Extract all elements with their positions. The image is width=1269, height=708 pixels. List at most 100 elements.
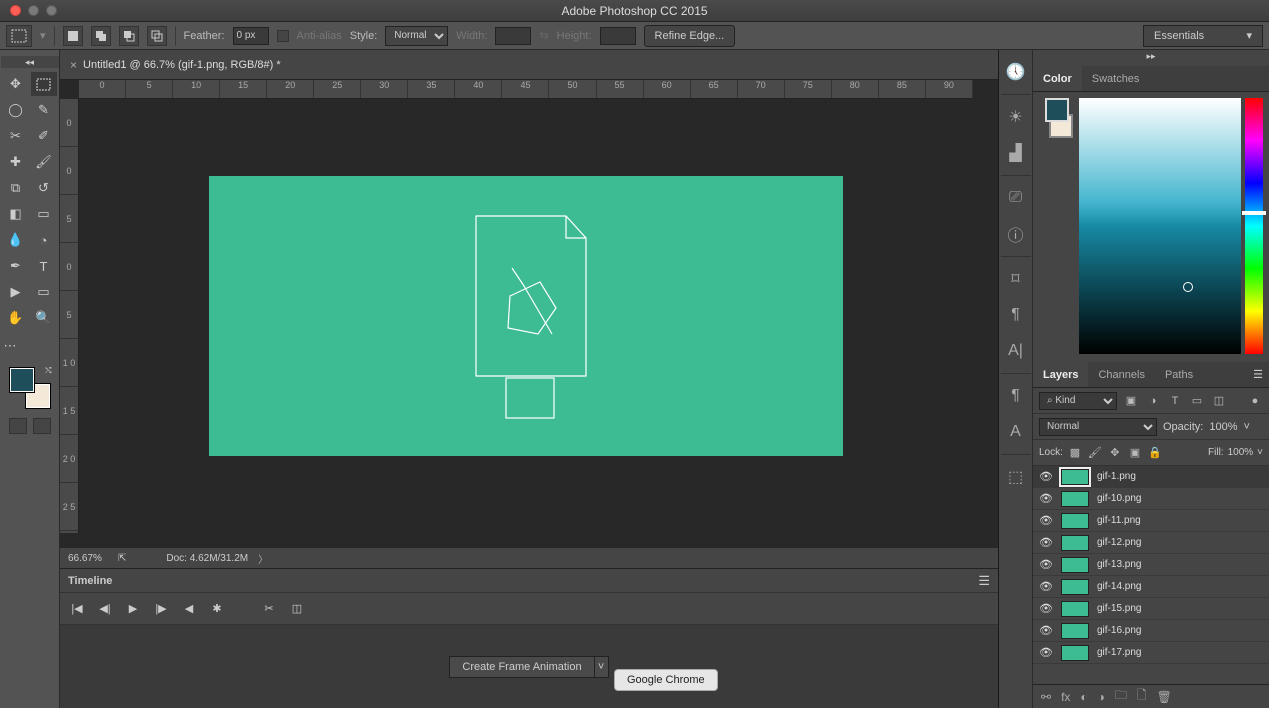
opacity-dd-icon[interactable]: ˅ xyxy=(1244,421,1250,433)
layer-row[interactable]: 👁gif-11.png xyxy=(1033,510,1269,532)
filter-shape-icon[interactable]: ▭ xyxy=(1189,393,1205,409)
create-frame-animation-button[interactable]: Create Frame Animation xyxy=(449,656,594,678)
link-layers-icon[interactable]: ⚯ xyxy=(1041,690,1051,704)
panel-fg-swatch[interactable] xyxy=(1045,98,1069,122)
visibility-icon[interactable]: 👁 xyxy=(1039,580,1053,593)
foreground-color-swatch[interactable] xyxy=(10,368,34,392)
layer-name[interactable]: gif-11.png xyxy=(1097,515,1141,526)
refine-edge-button[interactable]: Refine Edge... xyxy=(644,25,736,47)
move-tool[interactable]: ✥ xyxy=(3,72,29,96)
layer-thumbnail[interactable] xyxy=(1061,469,1089,485)
visibility-icon[interactable]: 👁 xyxy=(1039,624,1053,637)
lock-position-icon[interactable]: ✥ xyxy=(1107,445,1123,461)
layer-name[interactable]: gif-14.png xyxy=(1097,581,1141,592)
more-tools[interactable]: ⋯ xyxy=(4,334,56,358)
layer-row[interactable]: 👁 gif-16.png xyxy=(1033,620,1269,642)
history-brush-tool[interactable]: ↺ xyxy=(31,176,57,200)
panel-menu-icon[interactable]: ☰ xyxy=(978,573,990,589)
layer-thumbnail[interactable] xyxy=(1061,535,1089,551)
lock-artboard-icon[interactable]: ▣ xyxy=(1127,445,1143,461)
crop-tool[interactable]: ✂ xyxy=(3,124,29,148)
lock-pixels-icon[interactable]: 🖌 xyxy=(1087,445,1103,461)
document-tab[interactable]: × Untitled1 @ 66.7% (gif-1.png, RGB/8#) … xyxy=(60,50,291,79)
layers-tab[interactable]: Layers xyxy=(1033,362,1088,387)
filter-image-icon[interactable]: ▣ xyxy=(1123,393,1139,409)
visibility-icon[interactable]: 👁 xyxy=(1039,558,1053,571)
paths-tab[interactable]: Paths xyxy=(1155,362,1203,387)
layer-name[interactable]: gif-12.png xyxy=(1097,537,1141,548)
color-field[interactable] xyxy=(1079,98,1241,354)
layer-name[interactable]: gif-16.png xyxy=(1097,625,1141,636)
chartstyles-panel-icon[interactable]: A xyxy=(999,414,1033,450)
adjustment-layer-icon[interactable]: ◑ xyxy=(1098,690,1105,704)
selection-subtract-icon[interactable] xyxy=(119,26,139,46)
layer-thumbnail[interactable] xyxy=(1061,579,1089,595)
group-icon[interactable]: 🗀 xyxy=(1115,686,1127,707)
lock-all-icon[interactable]: 🔒 xyxy=(1147,445,1163,461)
transition-icon[interactable]: ◫ xyxy=(290,602,304,616)
status-arrow-icon[interactable]: 〉 xyxy=(258,551,268,566)
visibility-icon[interactable]: 👁 xyxy=(1039,536,1053,549)
layer-name[interactable]: gif-1.png xyxy=(1097,471,1136,482)
healing-tool[interactable]: ✚ xyxy=(3,150,29,174)
lasso-tool[interactable]: ◯ xyxy=(3,98,29,122)
selection-new-icon[interactable] xyxy=(63,26,83,46)
shape-tool[interactable]: ▭ xyxy=(31,280,57,304)
eyedropper-tool[interactable]: ✐ xyxy=(31,124,57,148)
layer-name[interactable]: gif-15.png xyxy=(1097,603,1141,614)
color-tab[interactable]: Color xyxy=(1033,66,1082,91)
fx-icon[interactable]: fx xyxy=(1061,690,1070,704)
filter-adjust-icon[interactable]: ◑ xyxy=(1145,393,1161,409)
character-panel-icon[interactable]: A| xyxy=(999,333,1033,369)
new-layer-icon[interactable]: 🗋 xyxy=(1137,686,1147,707)
path-select-tool[interactable]: ▶ xyxy=(3,280,29,304)
layer-thumbnail[interactable] xyxy=(1061,491,1089,507)
hand-tool[interactable]: ✋ xyxy=(3,306,29,330)
layer-row[interactable]: 👁 gif-1.png xyxy=(1033,466,1269,488)
layer-row[interactable]: 👁 gif-15.png xyxy=(1033,598,1269,620)
layer-row[interactable]: 👁gif-10.png xyxy=(1033,488,1269,510)
visibility-icon[interactable]: 👁 xyxy=(1039,470,1053,483)
prev-frame-icon[interactable]: ◀| xyxy=(98,602,112,616)
layer-kind-filter[interactable]: ⌕ Kind xyxy=(1039,392,1117,410)
canvas-viewport[interactable] xyxy=(79,99,973,533)
histogram-panel-icon[interactable]: ▟ xyxy=(999,135,1033,171)
layers-menu-icon[interactable]: ☰ xyxy=(1253,368,1269,381)
screen-mode-icon[interactable] xyxy=(33,418,51,434)
filter-type-icon[interactable]: T xyxy=(1167,393,1183,409)
visibility-icon[interactable]: 👁 xyxy=(1039,646,1053,659)
layer-thumbnail[interactable] xyxy=(1061,645,1089,661)
style-select[interactable]: Normal xyxy=(385,26,448,46)
layer-name[interactable]: gif-17.png xyxy=(1097,647,1141,658)
layer-name[interactable]: gif-10.png xyxy=(1097,493,1141,504)
quick-mask-icon[interactable] xyxy=(9,418,27,434)
export-icon[interactable]: ⇱ xyxy=(118,553,126,564)
type-tool[interactable]: T xyxy=(31,254,57,278)
next-frame-icon[interactable]: |▶ xyxy=(154,602,168,616)
fill-value[interactable]: 100% xyxy=(1228,447,1254,458)
opacity-value[interactable]: 100% xyxy=(1209,421,1237,433)
ruler-vertical[interactable]: 005051 01 52 02 53 03 5 xyxy=(60,99,79,533)
pen-tool[interactable]: ✒ xyxy=(3,254,29,278)
layer-thumbnail[interactable] xyxy=(1061,557,1089,573)
collapse-tools-icon[interactable]: ◂◂ xyxy=(1,56,59,68)
layer-thumbnail[interactable] xyxy=(1061,601,1089,617)
layer-row[interactable]: 👁 gif-14.png xyxy=(1033,576,1269,598)
workspace-select[interactable]: Essentials▾ xyxy=(1143,25,1263,47)
selection-add-icon[interactable] xyxy=(91,26,111,46)
selection-intersect-icon[interactable] xyxy=(147,26,167,46)
paragraph-panel-icon[interactable]: ¶ xyxy=(999,297,1033,333)
visibility-icon[interactable]: 👁 xyxy=(1039,602,1053,615)
timeline-tab-label[interactable]: Timeline xyxy=(68,575,112,587)
swatches-tab[interactable]: Swatches xyxy=(1082,66,1150,91)
history-panel-icon[interactable]: 🕔 xyxy=(999,54,1033,90)
layer-thumbnail[interactable] xyxy=(1061,623,1089,639)
color-swatch-pair[interactable]: ⤭ xyxy=(10,368,50,408)
go-first-frame-icon[interactable]: |◀ xyxy=(70,602,84,616)
layer-name[interactable]: gif-13.png xyxy=(1097,559,1141,570)
scissors-icon[interactable]: ✂ xyxy=(262,602,276,616)
channels-tab[interactable]: Channels xyxy=(1088,362,1154,387)
layer-thumbnail[interactable] xyxy=(1061,513,1089,529)
mask-icon[interactable]: ◐ xyxy=(1080,690,1087,704)
eraser-tool[interactable]: ◧ xyxy=(3,202,29,226)
